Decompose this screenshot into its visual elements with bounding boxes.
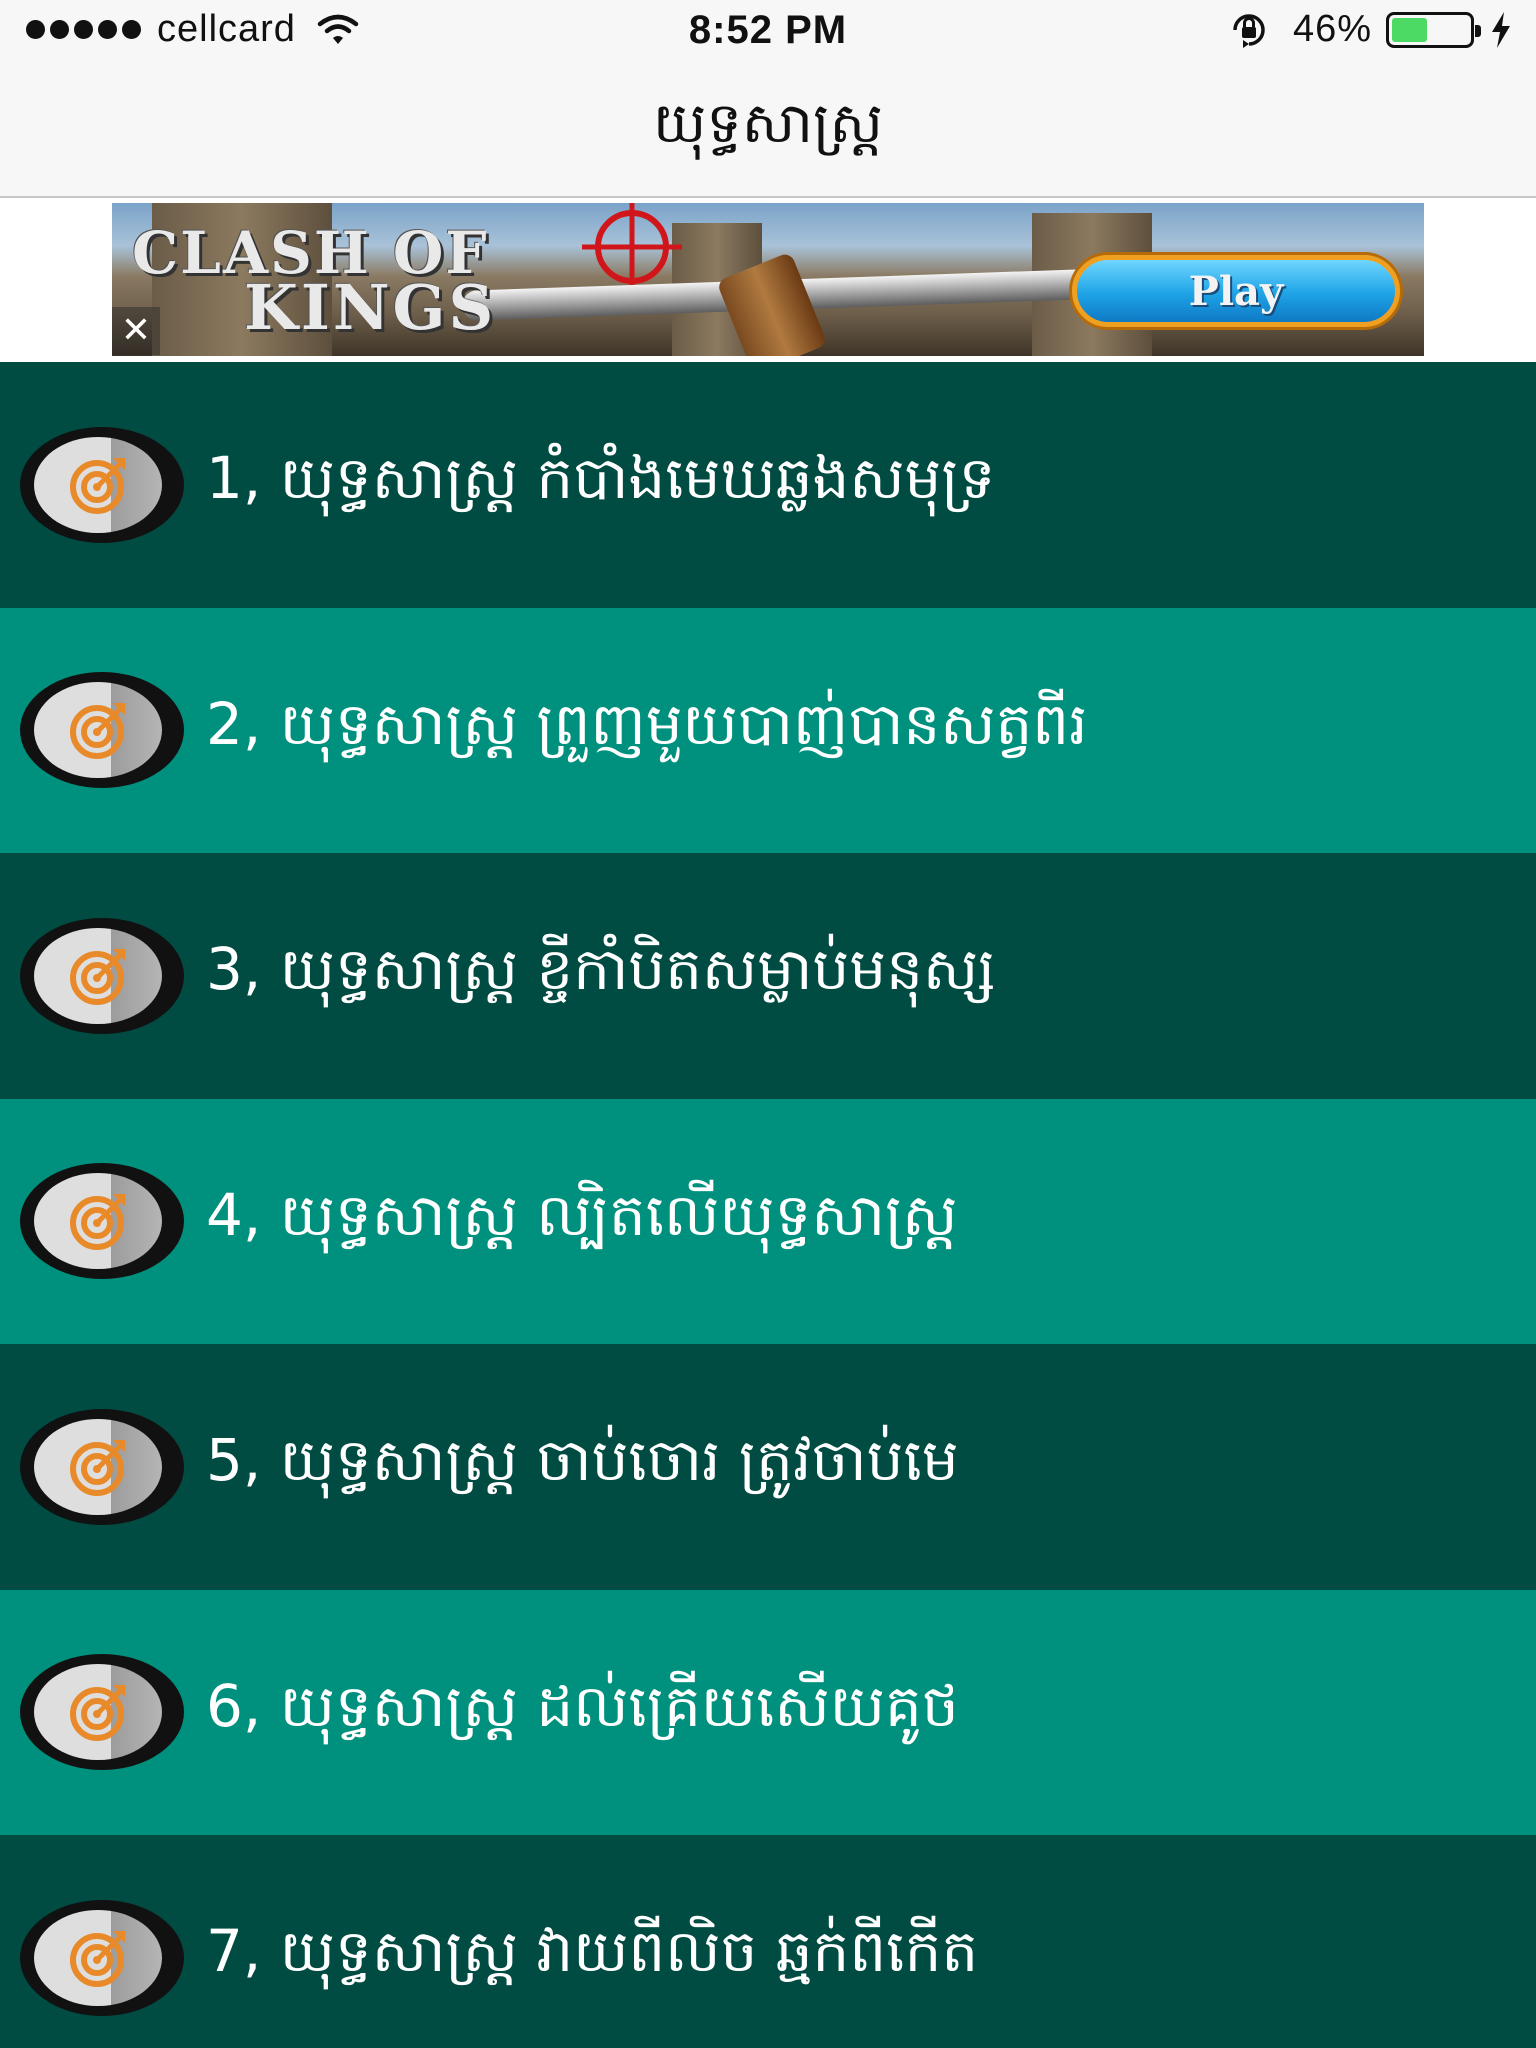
target-glyph: [70, 703, 125, 760]
target-glyph: [70, 948, 125, 1005]
list-item[interactable]: 5, យុទ្ធសាស្រ្ត ចាប់ចោរ ត្រូវចាប់មេ: [0, 1344, 1536, 1590]
battery-icon: [1386, 11, 1481, 48]
ad-logo-line2: KINGS: [244, 271, 497, 344]
status-right: 46%: [1227, 8, 1512, 51]
strategy-list: 1, យុទ្ធសាស្រ្ត កំបាំងមេឃឆ្លងសមុទ្រ 2, យ…: [0, 362, 1536, 2048]
list-item-label: 2, យុទ្ធសាស្រ្ត ព្រួញមួយបាញ់បានសត្វពីរ: [206, 689, 1088, 758]
rotation-lock-icon: [1233, 13, 1265, 48]
ad-play-button[interactable]: Play: [1072, 255, 1400, 327]
page-title: យុទ្ធសាស្រ្ត: [653, 91, 883, 156]
close-icon[interactable]: ✕: [112, 307, 160, 355]
list-item[interactable]: 4, យុទ្ធសាស្រ្ត ល្បិតលើយុទ្ធសាស្រ្ត: [0, 1098, 1536, 1344]
target-glyph: [70, 1194, 125, 1251]
ad-area: CLASH OF KINGS Play ✕: [0, 198, 1536, 362]
ad-banner[interactable]: CLASH OF KINGS Play ✕: [112, 203, 1424, 356]
target-glyph: [70, 457, 125, 514]
target-glyph: [70, 1685, 125, 1742]
list-item-label: 6, យុទ្ធសាស្រ្ត ដល់គ្រើយសើយគូថ: [206, 1671, 959, 1740]
battery-tip: [1475, 24, 1481, 37]
target-icon: [20, 1654, 184, 1771]
list-item-label: 1, យុទ្ធសាស្រ្ត កំបាំងមេឃឆ្លងសមុទ្រ: [206, 444, 996, 513]
list-item[interactable]: 1, យុទ្ធសាស្រ្ត កំបាំងមេឃឆ្លងសមុទ្រ: [0, 362, 1536, 608]
list-item-label: 5, យុទ្ធសាស្រ្ត ចាប់ចោរ ត្រូវចាប់មេ: [206, 1426, 959, 1495]
charging-bolt-icon: [1492, 11, 1510, 48]
list-item[interactable]: 2, យុទ្ធសាស្រ្ត ព្រួញមួយបាញ់បានសត្វពីរ: [0, 607, 1536, 853]
list-item[interactable]: 6, យុទ្ធសាស្រ្ត ដល់គ្រើយសើយគូថ: [0, 1589, 1536, 1835]
ad-logo: CLASH OF KINGS: [124, 213, 524, 344]
battery-fill: [1392, 17, 1427, 42]
battery-percent: 46%: [1292, 8, 1372, 50]
phone-screen: cellcard 8:52 PM 46% យុទ្ធសាស្រ្ត CLASH …: [0, 0, 1536, 2048]
target-glyph: [70, 1439, 125, 1496]
list-item-label: 3, យុទ្ធសាស្រ្ត ខ្ចីកាំបិតសម្លាប់មនុស្ស: [206, 935, 996, 1004]
target-icon: [20, 672, 184, 789]
navigation-bar: យុទ្ធសាស្រ្ត: [0, 62, 1536, 198]
target-icon: [20, 917, 184, 1034]
list-item-label: 7, យុទ្ធសាស្រ្ត វាយពីលិច ឆ្មក់ពីកើត: [206, 1917, 979, 1986]
list-item[interactable]: 3, យុទ្ធសាស្រ្ត ខ្ចីកាំបិតសម្លាប់មនុស្ស: [0, 853, 1536, 1099]
target-glyph: [70, 1930, 125, 1987]
target-icon: [20, 1899, 184, 2016]
list-item[interactable]: 7, យុទ្ធសាស្រ្ត វាយពីលិច ឆ្មក់ពីកើត: [0, 1835, 1536, 2048]
list-item-label: 4, យុទ្ធសាស្រ្ត ល្បិតលើយុទ្ធសាស្រ្ត: [206, 1180, 958, 1249]
target-icon: [20, 426, 184, 543]
target-icon: [20, 1408, 184, 1525]
status-bar: cellcard 8:52 PM 46%: [0, 0, 1536, 62]
target-icon: [20, 1163, 184, 1280]
